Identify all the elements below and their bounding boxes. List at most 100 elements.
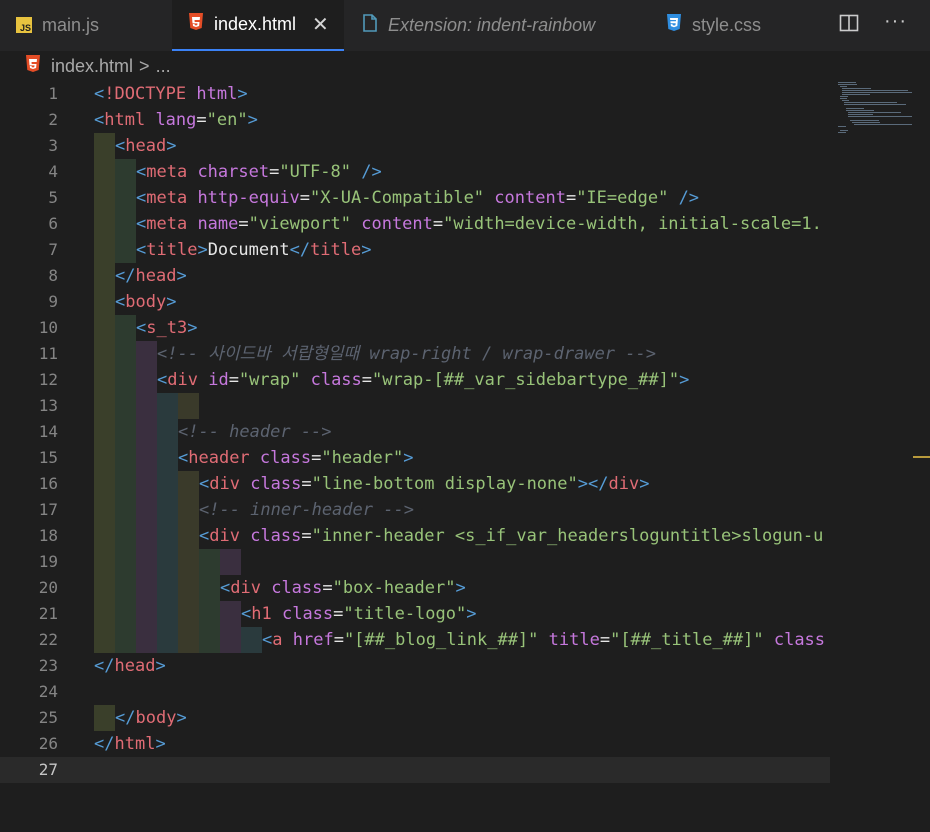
breadcrumb-rest[interactable]: ... [156,56,171,77]
token: title [538,630,600,650]
indent-guide [136,575,157,601]
code-line[interactable]: 4 <meta charset="UTF-8" /> [0,159,830,185]
tab-main-js[interactable]: JS main.js [0,0,172,50]
token: id [197,370,229,390]
token: "UTF-8" [279,162,351,182]
code-editor[interactable]: 1 <!DOCTYPE html> 2 <html lang="en"> 3 <head>… [0,81,930,832]
line-number: 23 [38,656,58,675]
code-line[interactable]: 10 <s_t3> [0,315,830,341]
token: < [178,448,189,468]
code-line[interactable]: 1 <!DOCTYPE html> [0,81,830,107]
code-line[interactable]: 18 <div class="inner-header <s_if_var_hea… [0,523,830,549]
indent-guide [199,575,220,601]
code-line[interactable]: 14 <!-- header --> [0,419,830,445]
token: head [125,136,167,156]
code-line[interactable]: 19 [0,549,830,575]
token: </ [94,734,115,754]
more-actions-icon[interactable]: ··· [884,10,907,33]
token: > [455,578,466,598]
token: = [301,474,312,494]
minimap-line [838,82,856,83]
code-line[interactable]: 21 <h1 class="title-logo"> [0,601,830,627]
code-line[interactable]: 5 <meta http-equiv="X-UA-Compatible" cont… [0,185,830,211]
token: = [196,110,207,130]
line-number: 13 [38,396,58,415]
minimap-line [846,108,864,109]
minimap-line [848,112,901,113]
indent-guide [94,263,115,289]
tab-style-css[interactable]: style.css [650,0,810,50]
code-line[interactable]: 27 [0,757,830,783]
close-icon[interactable]: ✕ [312,12,329,37]
tab-extension[interactable]: Extension: indent-rainbow [346,0,646,50]
code-line[interactable]: 12 <div id="wrap" class="wrap-[##_var_sid… [0,367,830,393]
js-file-icon: JS [16,17,32,33]
token: = [333,604,344,624]
tab-index-html[interactable]: index.html ✕ [172,0,344,51]
minimap-line [844,104,907,105]
code-line[interactable]: 9 <body> [0,289,830,315]
indent-guide [136,497,157,523]
tab-bar: JS main.js index.html ✕ Extension: inden… [0,0,930,51]
token: "line-bottom display-none" [311,474,578,494]
code-line[interactable]: 24 [0,679,830,705]
code-line[interactable]: 3 <head> [0,133,830,159]
line-number: 2 [48,110,58,129]
code-line[interactable]: 11 <!-- 사이드바 서랍형일때 wrap-right / wrap-draw… [0,341,830,367]
code-line[interactable]: 15 <header class="header"> [0,445,830,471]
code-text: <meta http-equiv="X-UA-Compatible" conte… [136,185,872,211]
minimap-line [844,102,897,103]
code-line[interactable]: 20 <div class="box-header"> [0,575,830,601]
code-text: <div class="inner-header <s_if_var_heade… [199,523,930,549]
code-line[interactable]: 13 [0,393,830,419]
code-line[interactable]: 22 <a href="[##_blog_link_##]" title="[##… [0,627,830,653]
token: <!-- 사이드바 서랍형일때 wrap-right / wrap-drawer… [157,344,656,364]
code-line[interactable]: 16 <div class="line-bottom display-none">… [0,471,830,497]
token: > [247,110,258,130]
token: < [136,188,147,208]
minimap-line [838,126,847,127]
indent-guide [115,445,136,471]
indent-guide [178,627,199,653]
line-number: 5 [48,188,58,207]
code-line[interactable]: 17 <!-- inner-header --> [0,497,830,523]
indent-guide [157,601,178,627]
minimap-line [852,122,880,123]
code-line[interactable]: 8 </head> [0,263,830,289]
indent-guide [94,601,115,627]
code-text: <body> [115,289,851,315]
code-line[interactable]: 26 </html> [0,731,830,757]
code-text: <html lang="en"> [94,107,830,133]
token: = [238,214,249,234]
token: = [301,526,312,546]
token: < [115,136,126,156]
token: > [166,292,177,312]
tab-label: main.js [42,14,100,35]
token: < [199,526,210,546]
indent-guide [94,237,115,263]
breadcrumb-file[interactable]: index.html [51,56,133,77]
token: header [188,448,250,468]
token: > [155,734,166,754]
split-editor-icon[interactable] [839,13,859,38]
token: "title-logo" [343,604,467,624]
indent-guide [115,497,136,523]
code-line[interactable]: 25 </body> [0,705,830,731]
code-text: </head> [115,263,851,289]
token: class [239,474,302,494]
token: </ [289,240,311,260]
indent-guide [94,497,115,523]
token: html [186,84,238,104]
indent-guide [136,367,157,393]
indent-guide [94,705,115,731]
code-line[interactable]: 23 </head> [0,653,830,679]
code-line[interactable]: 2 <html lang="en"> [0,107,830,133]
token: > [166,136,177,156]
minimap[interactable] [838,82,912,137]
code-line[interactable]: 6 <meta name="viewport" content="width=de… [0,211,830,237]
code-line[interactable]: 7 <title>Document</title> [0,237,830,263]
token: "width=device-width, initial-scale=1. [443,214,822,234]
chevron-right-icon: > [139,55,150,76]
